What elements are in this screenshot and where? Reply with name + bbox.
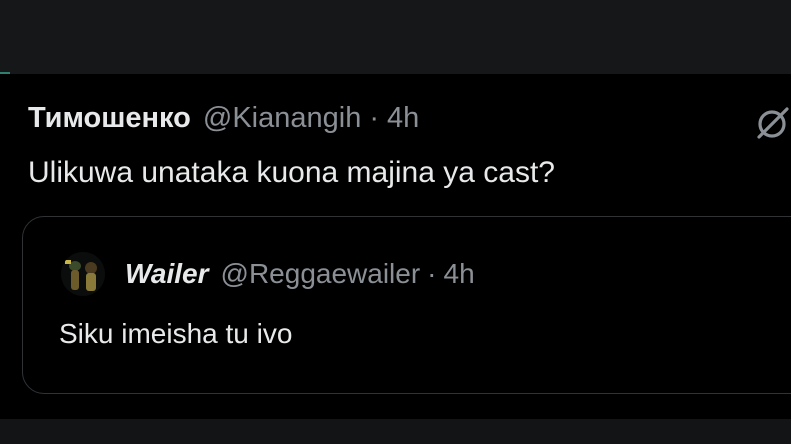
avatar-image <box>61 252 105 296</box>
author-name[interactable]: Тимошенко <box>28 100 191 136</box>
separator-dot: · <box>369 102 380 134</box>
tweet-text: Ulikuwa unataka kuona majina ya cast? <box>28 156 555 189</box>
quoted-timestamp[interactable]: 4h <box>444 258 475 290</box>
quoted-author-name[interactable]: Wailer <box>125 258 209 290</box>
top-bar-background <box>0 0 791 74</box>
tweet-header: Тимошенко @Kianangih · 4h <box>28 100 419 136</box>
bottom-bar-background <box>0 419 791 444</box>
grok-icon[interactable] <box>754 106 790 142</box>
avatar[interactable] <box>61 252 105 296</box>
timestamp[interactable]: 4h <box>387 100 419 136</box>
quoted-tweet[interactable]: Wailer @Reggaewailer · 4h Siku imeisha t… <box>22 216 791 394</box>
quoted-tweet-text: Siku imeisha tu ivo <box>59 318 293 349</box>
tweet-card[interactable]: Тимошенко @Kianangih · 4h Ulikuwa unatak… <box>0 74 791 419</box>
quoted-tweet-header: Wailer @Reggaewailer · 4h <box>61 251 475 297</box>
quoted-separator-dot: · <box>427 258 437 289</box>
quoted-author-handle[interactable]: @Reggaewailer <box>221 258 421 290</box>
author-handle[interactable]: @Kianangih <box>203 100 361 136</box>
